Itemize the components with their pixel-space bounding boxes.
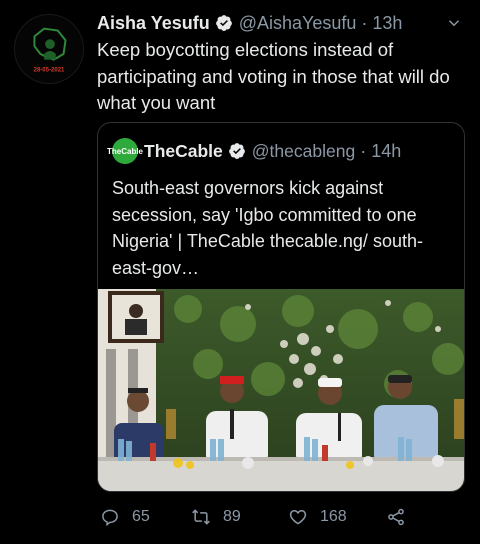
avatar[interactable]: 28-05-2021	[14, 14, 84, 84]
verified-icon	[228, 142, 246, 160]
more-icon[interactable]	[442, 11, 466, 35]
retweet-icon	[192, 509, 210, 525]
verified-icon	[215, 14, 233, 32]
reply-count: 65	[132, 508, 150, 525]
reply-icon	[102, 509, 118, 527]
display-name[interactable]: Aisha Yesufu	[97, 13, 210, 34]
avatar-date: 28-05-2021	[34, 67, 65, 73]
like-button[interactable]: 168	[288, 504, 347, 530]
tweet-actions: 65 89 168	[100, 504, 420, 530]
tweet-text: Keep boycotting elections instead of par…	[97, 39, 450, 113]
timestamp[interactable]: 13h	[372, 13, 402, 34]
quoted-display-name: TheCable	[144, 140, 223, 161]
reply-button[interactable]: 65	[100, 504, 150, 530]
like-count: 168	[320, 508, 347, 525]
like-icon	[289, 509, 307, 525]
separator: ·	[361, 12, 368, 33]
quoted-photo[interactable]	[98, 289, 464, 491]
quoted-avatar[interactable]: TheCable	[107, 138, 143, 164]
tweet[interactable]: 28-05-2021 Aisha Yesufu @AishaYesufu · 1…	[0, 0, 480, 544]
handle[interactable]: @AishaYesufu	[239, 13, 357, 34]
quoted-tweet[interactable]: TheCable TheCable @thecableng · 14h Sout…	[97, 122, 465, 492]
quoted-text: South-east governors kick against secess…	[112, 178, 423, 278]
quoted-header: TheCable TheCable @thecableng · 14h	[107, 138, 454, 164]
retweet-button[interactable]: 89	[191, 504, 241, 530]
separator: ·	[360, 140, 367, 161]
quoted-handle: @thecableng	[251, 140, 356, 161]
share-button[interactable]	[386, 504, 418, 530]
quoted-timestamp: 14h	[371, 140, 402, 161]
share-icon	[388, 508, 404, 526]
retweet-count: 89	[223, 508, 241, 525]
tweet-header: Aisha Yesufu @AishaYesufu · 13h	[97, 11, 466, 35]
